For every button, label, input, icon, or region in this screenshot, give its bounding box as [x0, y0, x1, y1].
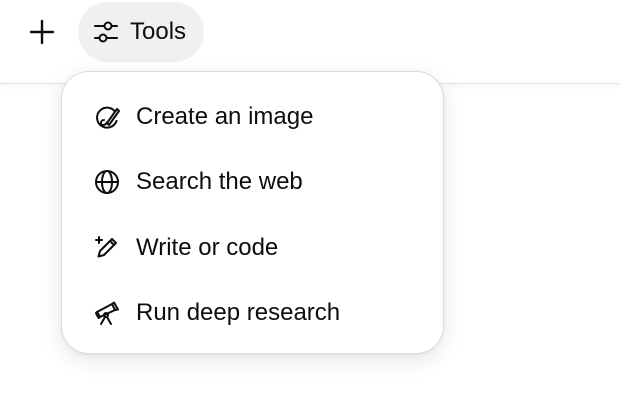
add-attachment-button[interactable]	[20, 10, 64, 54]
menu-item-label: Create an image	[136, 103, 314, 130]
plus-icon	[29, 19, 55, 45]
stage: Tools Create an image Search the web Wri…	[0, 0, 620, 396]
tools-button[interactable]: Tools	[78, 2, 205, 62]
image-brush-icon	[92, 102, 122, 132]
globe-icon	[92, 167, 122, 197]
sliders-icon	[92, 18, 120, 46]
tools-label: Tools	[130, 18, 187, 45]
menu-item-label: Write or code	[136, 234, 279, 261]
menu-item-deep-research[interactable]: Run deep research	[62, 285, 443, 341]
menu-item-write-code[interactable]: Write or code	[62, 220, 443, 276]
menu-item-label: Search the web	[136, 168, 303, 195]
tools-menu: Create an image Search the web Write or …	[61, 71, 444, 354]
menu-item-label: Run deep research	[136, 299, 341, 326]
pencil-sparkle-icon	[92, 233, 122, 263]
telescope-icon	[92, 298, 122, 328]
menu-item-create-image[interactable]: Create an image	[62, 89, 443, 145]
menu-item-search-web[interactable]: Search the web	[62, 154, 443, 210]
